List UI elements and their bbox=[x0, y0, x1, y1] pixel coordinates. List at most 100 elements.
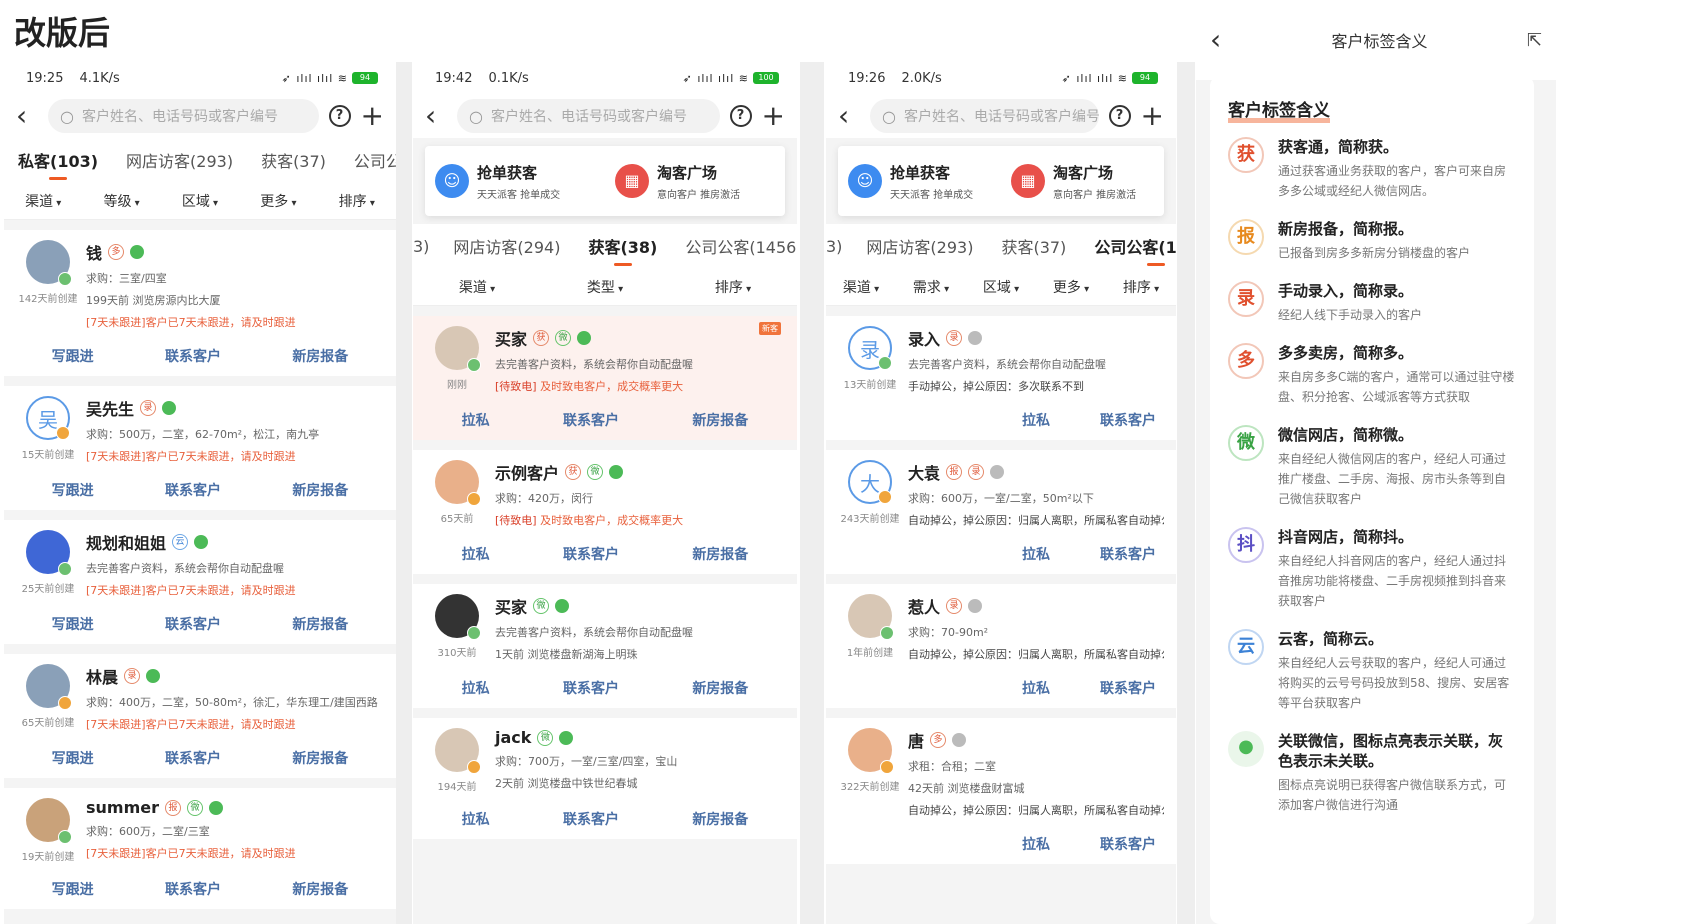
action-2[interactable]: 新房报备 bbox=[692, 809, 748, 829]
tab-2[interactable]: 获客(37) bbox=[987, 234, 1080, 258]
action-0[interactable]: 拉私 bbox=[1022, 834, 1050, 854]
action-1[interactable]: 联系客户 bbox=[165, 346, 221, 366]
help-icon[interactable]: ? bbox=[1108, 105, 1131, 127]
action-0[interactable]: 写跟进 bbox=[52, 879, 94, 899]
filter-2[interactable]: 区域 bbox=[983, 277, 1019, 297]
action-1[interactable]: 联系客户 bbox=[563, 678, 619, 698]
action-2[interactable]: 新房报备 bbox=[292, 748, 348, 768]
client-card[interactable]: 322天前创建 唐多求租：合租；二室 42天前 浏览楼盘财富城 自动掉公，掉公原因：归… bbox=[826, 718, 1176, 864]
action-2[interactable]: 新房报备 bbox=[292, 480, 348, 500]
action-1[interactable]: 联系客户 bbox=[165, 879, 221, 899]
promo-item[interactable]: ▦ 淘客广场 意向客户 推房激活 bbox=[605, 162, 785, 201]
tab-0[interactable]: 3) bbox=[826, 237, 852, 256]
client-card[interactable]: 142天前创建 钱多求购：三室/四室 199天前 浏览房源内比大厦 [7天未跟进]客户… bbox=[4, 230, 396, 376]
action-0[interactable]: 拉私 bbox=[1022, 544, 1050, 564]
action-1[interactable]: 联系客户 bbox=[165, 748, 221, 768]
tab-2[interactable]: 获客(38) bbox=[574, 234, 671, 266]
tab-3[interactable]: 公司公客(1456) bbox=[671, 234, 797, 258]
action-2[interactable]: 新房报备 bbox=[292, 614, 348, 634]
filter-2[interactable]: 排序 bbox=[715, 277, 751, 297]
action-0[interactable]: 拉私 bbox=[462, 544, 490, 564]
action-0[interactable]: 拉私 bbox=[1022, 678, 1050, 698]
action-2[interactable]: 新房报备 bbox=[292, 879, 348, 899]
client-card[interactable]: 吴 15天前创建 吴先生录求购：500万，二室，62-70m²，松江，南九亭 [7天未… bbox=[4, 386, 396, 510]
client-card[interactable]: 新客 刚刚 买家获微去完善客户资料，系统会帮你自动配盘喔 [待致电] 及时致电客户，成… bbox=[413, 316, 797, 440]
filter-1[interactable]: 类型 bbox=[587, 277, 623, 297]
tab-2[interactable]: 获客(37) bbox=[247, 148, 340, 172]
filter-1[interactable]: 需求 bbox=[913, 277, 949, 297]
promo-text: 淘客广场 意向客户 推房激活 bbox=[1053, 162, 1136, 201]
action-1[interactable]: 联系客户 bbox=[1100, 544, 1156, 564]
action-2[interactable]: 新房报备 bbox=[692, 410, 748, 430]
help-icon[interactable]: ? bbox=[729, 105, 752, 127]
action-2[interactable]: 新房报备 bbox=[692, 544, 748, 564]
action-1[interactable]: 联系客户 bbox=[563, 544, 619, 564]
share-icon[interactable]: ⇱ bbox=[1527, 30, 1542, 51]
tab-1[interactable]: 网店访客(293) bbox=[852, 234, 987, 258]
client-card[interactable]: 19天前创建 summer 报微求购：600万，二室/三室 [7天未跟进]客户已7天未… bbox=[4, 788, 396, 909]
action-1[interactable]: 联系客户 bbox=[165, 614, 221, 634]
action-2[interactable]: 新房报备 bbox=[292, 346, 348, 366]
back-icon[interactable]: ‹ bbox=[838, 102, 860, 130]
back-icon[interactable]: ‹ bbox=[1210, 26, 1232, 54]
avatar bbox=[26, 798, 72, 844]
action-0[interactable]: 拉私 bbox=[462, 410, 490, 430]
promo-item[interactable]: ☺ 抢单获客 天天派客 抢单成交 bbox=[425, 162, 605, 201]
filter-0[interactable]: 渠道 bbox=[843, 277, 879, 297]
search-input[interactable]: ○ 客户姓名、电话号码或客户编号 bbox=[870, 99, 1099, 133]
client-card[interactable]: 310天前 买家微去完善客户资料，系统会帮你自动配盘喔 1天前 浏览楼盘新湖海上明珠… bbox=[413, 584, 797, 708]
client-card[interactable]: 1年前创建 惹人录求购：70-90m² 自动掉公，掉公原因：归属人离职，所属私客自动… bbox=[826, 584, 1176, 708]
filter-1[interactable]: 等级 bbox=[103, 191, 139, 211]
filter-2[interactable]: 区域 bbox=[182, 191, 218, 211]
back-icon[interactable]: ‹ bbox=[425, 102, 447, 130]
tab-1[interactable]: 网店访客(293) bbox=[112, 148, 247, 172]
filter-4[interactable]: 排序 bbox=[339, 191, 375, 211]
action-0[interactable]: 写跟进 bbox=[52, 614, 94, 634]
search-input[interactable]: ○ 客户姓名、电话号码或客户编号 bbox=[457, 99, 720, 133]
help-icon[interactable]: ? bbox=[328, 105, 351, 127]
add-icon[interactable]: + bbox=[361, 102, 384, 130]
signal-icon: ➶ ılıl ılıl ≋ bbox=[281, 71, 348, 85]
tab-3[interactable]: 公司公客 bbox=[340, 148, 396, 172]
add-icon[interactable]: + bbox=[1141, 102, 1164, 130]
tab-0[interactable]: 私客(103) bbox=[4, 148, 112, 180]
client-detail: 199天前 浏览房源内比大厦 bbox=[86, 294, 221, 307]
created-time: 243天前创建 bbox=[840, 514, 900, 525]
action-1[interactable]: 联系客户 bbox=[1100, 410, 1156, 430]
client-card[interactable]: 大 243天前创建 大袁报录求购：600万，一室/二室，50m²以下 自动掉公，掉公原… bbox=[826, 450, 1176, 574]
promo-item[interactable]: ☺ 抢单获客 天天派客 抢单成交 bbox=[838, 162, 1001, 201]
back-icon[interactable]: ‹ bbox=[16, 102, 38, 130]
client-card[interactable]: 25天前创建 规划和姐姐云去完善客户资料，系统会帮你自动配盘喔 [7天未跟进]客户已… bbox=[4, 520, 396, 644]
action-0[interactable]: 写跟进 bbox=[52, 480, 94, 500]
action-0[interactable]: 拉私 bbox=[462, 809, 490, 829]
client-card[interactable]: 194天前 jack 微求购：700万，一室/三室/四室，宝山 2天前 浏览楼盘中铁世… bbox=[413, 718, 797, 839]
action-0[interactable]: 写跟进 bbox=[52, 346, 94, 366]
add-icon[interactable]: + bbox=[762, 102, 785, 130]
tab-3[interactable]: 公司公客(1456) bbox=[1080, 234, 1176, 266]
filter-0[interactable]: 渠道 bbox=[459, 277, 495, 297]
network-speed: 2.0K/s bbox=[901, 70, 942, 86]
action-1[interactable]: 联系客户 bbox=[563, 809, 619, 829]
client-card[interactable]: 65天前 示例客户获微求购：420万，闵行 [待致电] 及时致电客户，成交概率更大拉… bbox=[413, 450, 797, 574]
filter-3[interactable]: 更多 bbox=[1053, 277, 1089, 297]
action-1[interactable]: 联系客户 bbox=[165, 480, 221, 500]
action-1[interactable]: 联系客户 bbox=[1100, 834, 1156, 854]
card-row: 刚刚 买家获微去完善客户资料，系统会帮你自动配盘喔 [待致电] 及时致电客户，成交概… bbox=[425, 326, 785, 394]
filter-0[interactable]: 渠道 bbox=[25, 191, 61, 211]
client-name: 钱 bbox=[86, 244, 103, 263]
search-input[interactable]: ○ 客户姓名、电话号码或客户编号 bbox=[48, 99, 319, 133]
action-0[interactable]: 拉私 bbox=[1022, 410, 1050, 430]
client-card[interactable]: 录 13天前创建 录入录去完善客户资料，系统会帮你自动配盘喔 手动掉公，掉公原因：多次… bbox=[826, 316, 1176, 440]
filter-4[interactable]: 排序 bbox=[1123, 277, 1159, 297]
action-0[interactable]: 写跟进 bbox=[52, 748, 94, 768]
action-2[interactable]: 新房报备 bbox=[692, 678, 748, 698]
action-0[interactable]: 拉私 bbox=[462, 678, 490, 698]
tab-0[interactable]: 3) bbox=[413, 237, 439, 256]
filter-3[interactable]: 更多 bbox=[260, 191, 296, 211]
action-1[interactable]: 联系客户 bbox=[563, 410, 619, 430]
promo-item[interactable]: ▦ 淘客广场 意向客户 推房激活 bbox=[1001, 162, 1164, 201]
client-card[interactable]: 65天前创建 林晨录求购：400万，二室，50-80m²，徐汇，华东理工/建国西路… bbox=[4, 654, 396, 778]
tab-1[interactable]: 网店访客(294) bbox=[439, 234, 574, 258]
action-1[interactable]: 联系客户 bbox=[1100, 678, 1156, 698]
